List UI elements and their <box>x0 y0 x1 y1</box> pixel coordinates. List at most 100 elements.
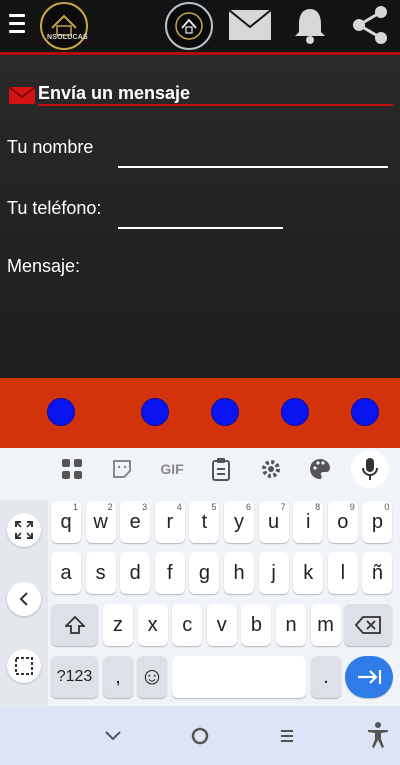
message-label: Mensaje: <box>7 256 81 276</box>
comma-key[interactable]: , <box>103 656 133 698</box>
key-a[interactable]: a <box>51 552 81 594</box>
home-circle-icon <box>191 727 209 745</box>
key-number-hint: 1 <box>72 502 78 512</box>
period-key[interactable]: . <box>311 656 341 698</box>
key-q[interactable]: q1 <box>51 501 81 543</box>
key-label: s <box>95 561 106 584</box>
key-c[interactable]: c <box>172 604 203 646</box>
key-label: t <box>201 510 208 533</box>
key-label: ñ <box>371 561 383 584</box>
key-d[interactable]: d <box>120 552 151 594</box>
house-logo-icon <box>175 12 203 40</box>
key-m[interactable]: m <box>310 604 341 646</box>
symbols-key[interactable]: ?123 <box>51 656 98 698</box>
form-title: Envía un mensaje <box>38 83 191 103</box>
nav-down-button[interactable] <box>100 723 126 749</box>
key-number-hint: 8 <box>315 502 321 512</box>
key-label: h <box>233 561 245 584</box>
menu-icon[interactable] <box>9 14 25 36</box>
clipboard-icon[interactable] <box>207 455 235 483</box>
key-y[interactable]: y6 <box>224 501 254 543</box>
key-label: a <box>60 561 72 584</box>
key-t[interactable]: t5 <box>189 501 220 543</box>
key-u[interactable]: u7 <box>258 501 289 543</box>
key-b[interactable]: b <box>241 604 272 646</box>
settings-icon[interactable] <box>257 455 285 483</box>
nav-home-button[interactable] <box>186 722 214 750</box>
key-number-hint: 3 <box>142 502 148 512</box>
accessibility-button[interactable] <box>363 720 393 750</box>
brand-logo[interactable]: NSOLUCAS <box>40 2 88 50</box>
key-p[interactable]: p0 <box>362 501 393 543</box>
shift-icon <box>64 616 85 634</box>
mic-button[interactable] <box>351 450 389 488</box>
key-ñ[interactable]: ñ <box>362 552 393 594</box>
key-j[interactable]: j <box>258 552 289 594</box>
gif-label: GIF <box>160 461 184 477</box>
key-n[interactable]: n <box>276 604 306 646</box>
key-z[interactable]: z <box>103 604 133 646</box>
key-w[interactable]: w2 <box>85 501 116 543</box>
key-l[interactable]: l <box>327 552 358 594</box>
key-number-hint: 9 <box>349 502 355 512</box>
key-label: z <box>113 613 123 636</box>
key-label: n <box>285 613 297 636</box>
phone-field[interactable] <box>118 198 283 229</box>
key-label: j <box>271 561 276 584</box>
chevron-down-icon <box>105 731 121 741</box>
palette-icon[interactable] <box>306 455 334 483</box>
key-v[interactable]: v <box>206 604 237 646</box>
phone-field-underline <box>118 227 283 229</box>
home-badge-icon[interactable] <box>165 2 213 50</box>
page-dot-4[interactable] <box>281 398 309 426</box>
page-dot-3[interactable] <box>211 398 239 426</box>
key-x[interactable]: x <box>137 604 168 646</box>
space-key[interactable] <box>172 656 306 698</box>
key-label: ?123 <box>56 668 93 685</box>
share-icon[interactable] <box>349 4 391 46</box>
key-h[interactable]: h <box>224 552 254 594</box>
key-label: e <box>129 510 141 533</box>
enter-key[interactable] <box>345 656 393 698</box>
apps-icon[interactable] <box>58 455 86 483</box>
key-f[interactable]: f <box>154 552 185 594</box>
page-dot-1[interactable] <box>47 398 75 426</box>
mail-icon[interactable] <box>228 9 272 41</box>
gif-button[interactable]: GIF <box>154 455 190 483</box>
selection-icon <box>15 657 33 675</box>
menu-lines-icon <box>281 730 293 742</box>
back-button[interactable] <box>7 582 41 616</box>
page-dot-5[interactable] <box>351 398 379 426</box>
page-dot-2[interactable] <box>141 398 169 426</box>
name-field[interactable] <box>118 137 388 168</box>
key-o[interactable]: o9 <box>327 501 358 543</box>
select-mode-button[interactable] <box>7 649 41 683</box>
contact-form: Envía un mensaje Tu nombre Tu teléfono: … <box>0 55 400 378</box>
key-number-hint: 4 <box>176 502 182 512</box>
key-g[interactable]: g <box>189 552 220 594</box>
chevron-left-icon <box>19 592 28 606</box>
emoji-key[interactable]: ☺ <box>137 656 167 698</box>
key-r[interactable]: r4 <box>154 501 185 543</box>
key-number-hint: 2 <box>107 502 113 512</box>
nav-recents-button[interactable] <box>274 723 300 749</box>
key-s[interactable]: s <box>85 552 116 594</box>
phone-label: Tu teléfono: <box>7 198 102 218</box>
name-field-underline <box>118 166 388 168</box>
house-icon <box>51 14 77 36</box>
indicator-band <box>0 378 400 448</box>
key-e[interactable]: e3 <box>120 501 151 543</box>
key-i[interactable]: i8 <box>293 501 324 543</box>
backspace-key[interactable] <box>344 604 392 646</box>
shift-key[interactable] <box>51 604 98 646</box>
name-label: Tu nombre <box>7 137 94 157</box>
key-label: y <box>234 510 244 533</box>
key-k[interactable]: k <box>293 552 324 594</box>
bell-icon[interactable] <box>293 6 327 44</box>
key-label: i <box>305 510 311 533</box>
key-label: u <box>268 510 280 533</box>
enter-arrow-icon <box>358 670 382 684</box>
sticker-icon[interactable] <box>108 455 136 483</box>
expand-keyboard-button[interactable] <box>7 513 41 547</box>
logo-text: NSOLUCAS <box>47 34 88 41</box>
